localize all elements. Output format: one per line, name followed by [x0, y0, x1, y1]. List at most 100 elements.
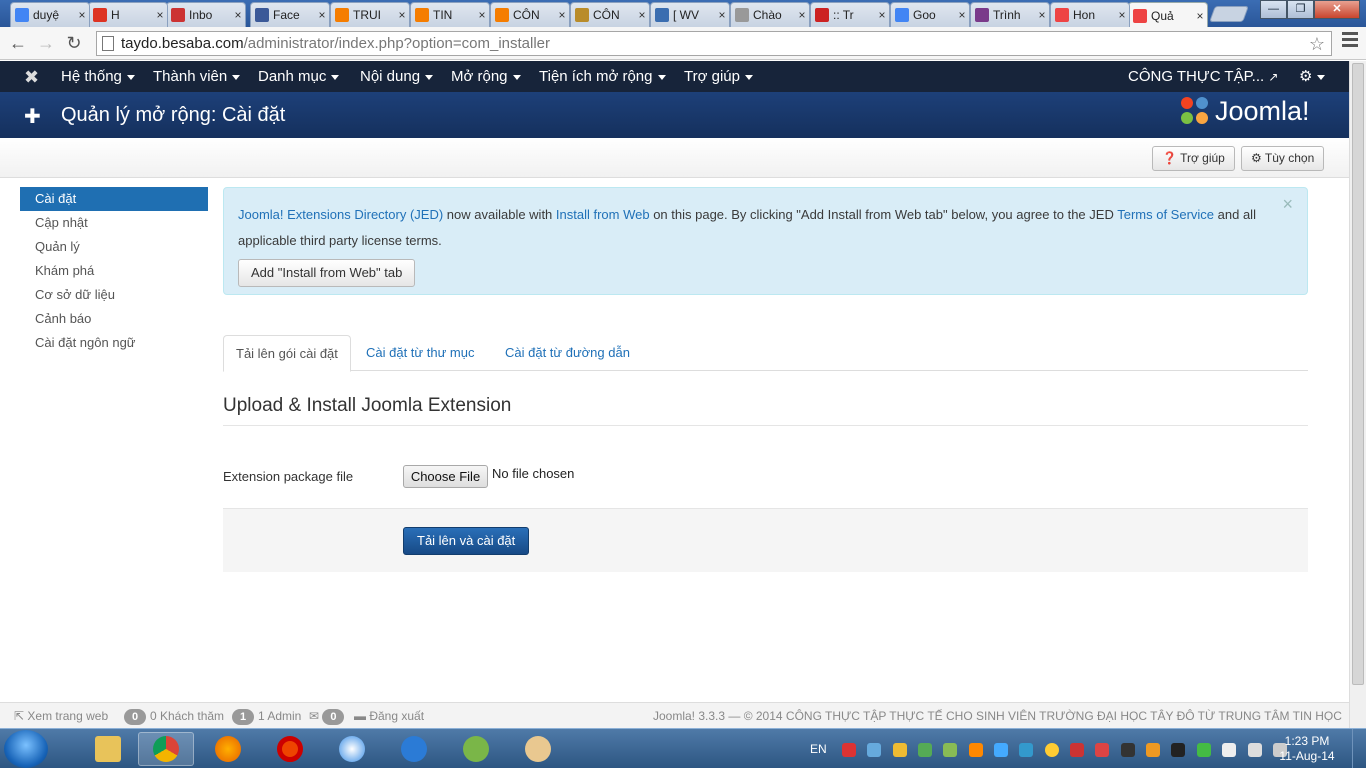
sidebar-item-manage[interactable]: Quản lý [20, 235, 208, 259]
address-bar[interactable]: taydo.besaba.com/administrator/index.php… [96, 31, 1332, 56]
emoji-icon[interactable] [1044, 742, 1059, 757]
close-tab-icon[interactable]: × [795, 8, 809, 22]
browser-tab[interactable]: Goo × [890, 2, 970, 27]
terms-of-service-link[interactable]: Terms of Service [1117, 207, 1214, 222]
close-tab-icon[interactable]: × [1035, 8, 1049, 22]
scrollbar-thumb[interactable] [1352, 63, 1364, 685]
firefox-taskbar-icon[interactable] [200, 732, 256, 766]
browser-tab[interactable]: [ WV × [650, 2, 730, 27]
browser-tab[interactable]: Quả × [1128, 2, 1208, 28]
page-scrollbar[interactable] [1349, 61, 1366, 728]
volume-icon[interactable] [1247, 742, 1262, 757]
sidebar-item-discover[interactable]: Khám phá [20, 259, 208, 283]
tab-upload-package[interactable]: Tải lên gói cài đặt [223, 335, 351, 372]
close-tab-icon[interactable]: × [315, 8, 329, 22]
coccoc-taskbar-icon[interactable] [448, 732, 504, 766]
close-tab-icon[interactable]: × [475, 8, 489, 22]
menu-tien-ich-mo-rong[interactable]: Tiện ích mở rộng [539, 61, 666, 92]
cloud-icon[interactable] [867, 742, 882, 757]
app-tray-icon[interactable] [892, 742, 907, 757]
browser-tab[interactable]: CÔN × [490, 2, 570, 27]
tab-install-from-directory[interactable]: Cài đặt từ thư mục [354, 335, 486, 371]
browser-tab[interactable]: Hon × [1050, 2, 1130, 27]
app-tray-icon[interactable] [968, 742, 983, 757]
app-tray-icon[interactable] [943, 742, 958, 757]
menu-thanh-vien[interactable]: Thành viên [153, 61, 241, 92]
close-tab-icon[interactable]: × [635, 8, 649, 22]
close-window-button[interactable]: ✕ [1314, 0, 1360, 19]
close-tab-icon[interactable]: × [395, 8, 409, 22]
clock[interactable]: 1:23 PM 11-Aug-14 [1272, 734, 1342, 764]
menu-he-thong[interactable]: Hệ thống [61, 61, 135, 92]
close-icon[interactable]: × [1282, 194, 1293, 215]
close-tab-icon[interactable]: × [75, 8, 89, 22]
reload-icon[interactable]: ↻ [62, 31, 86, 55]
browser-tab[interactable]: Face × [250, 2, 330, 27]
close-tab-icon[interactable]: × [1193, 9, 1207, 23]
new-tab-button[interactable] [1209, 6, 1249, 22]
app-tray-icon[interactable] [1196, 742, 1211, 757]
app-tray-icon[interactable] [1070, 742, 1085, 757]
opera-taskbar-icon[interactable] [262, 732, 318, 766]
close-tab-icon[interactable]: × [555, 8, 569, 22]
browser-tab[interactable]: TRUI × [330, 2, 410, 27]
bookmark-star-icon[interactable]: ☆ [1309, 33, 1325, 56]
windows-start-button[interactable] [4, 730, 48, 768]
browser-tab[interactable]: Chào × [730, 2, 810, 27]
menu-tro-giup[interactable]: Trợ giúp [684, 61, 753, 92]
browser-tab[interactable]: TIN × [410, 2, 490, 27]
maximize-button[interactable]: ❐ [1287, 0, 1314, 19]
chrome-menu-icon[interactable] [1342, 32, 1358, 50]
app-tray-icon[interactable] [918, 742, 933, 757]
paint-taskbar-icon[interactable] [510, 732, 566, 766]
skype-icon[interactable] [1019, 742, 1034, 757]
gear-icon[interactable]: ⚙ [1299, 61, 1326, 92]
options-button[interactable]: ⚙ Tùy chọn [1241, 146, 1325, 171]
upload-install-button[interactable]: Tải lên và cài đặt [403, 527, 530, 555]
sidebar-item-update[interactable]: Cập nhật [20, 211, 208, 235]
joomla-admin-icon[interactable]: ✖ [24, 67, 39, 88]
bluetooth-icon[interactable] [994, 742, 1009, 757]
sidebar-item-install-languages[interactable]: Cài đặt ngôn ngữ [20, 331, 208, 355]
app-tray-icon[interactable] [1171, 742, 1186, 757]
vector-icon[interactable] [1095, 742, 1110, 757]
sidebar-item-install[interactable]: Cài đặt [20, 187, 208, 211]
add-install-from-web-button[interactable]: Add "Install from Web" tab [238, 259, 416, 287]
browser-tab[interactable]: :: Tr × [810, 2, 890, 27]
close-tab-icon[interactable]: × [955, 8, 969, 22]
sidebar-item-database[interactable]: Cơ sở dữ liệu [20, 283, 208, 307]
browser-tab[interactable]: duyệ × [10, 2, 90, 27]
tab-install-from-url[interactable]: Cài đặt từ đường dẫn [493, 335, 642, 371]
device-icon[interactable] [1222, 742, 1237, 757]
messages-status[interactable]: ✉ 0 [309, 709, 348, 725]
sidebar-item-warnings[interactable]: Cảnh báo [20, 307, 208, 331]
menu-danh-muc[interactable]: Danh mục [258, 61, 340, 92]
antivirus-icon[interactable] [842, 742, 856, 757]
menu-mo-rong[interactable]: Mở rộng [451, 61, 521, 92]
language-indicator[interactable]: EN [810, 729, 827, 768]
choose-file-button[interactable]: Choose File [403, 465, 488, 488]
browser-tab[interactable]: H × [88, 2, 168, 27]
back-arrow-icon[interactable]: ← [6, 31, 30, 55]
jed-link[interactable]: Joomla! Extensions Directory (JED) [238, 207, 443, 222]
browser-tab[interactable]: Trình × [970, 2, 1050, 27]
view-site-link[interactable]: ⇱ Xem trang web [14, 709, 108, 723]
forward-arrow-icon[interactable]: → [34, 31, 58, 55]
safari-taskbar-icon[interactable] [324, 732, 380, 766]
menu-noi-dung[interactable]: Nội dung [360, 61, 434, 92]
chrome-taskbar-icon[interactable] [138, 732, 194, 766]
close-tab-icon[interactable]: × [1115, 8, 1129, 22]
browser-tab[interactable]: CÔN × [570, 2, 650, 27]
ie-taskbar-icon[interactable] [386, 732, 442, 766]
close-tab-icon[interactable]: × [715, 8, 729, 22]
close-tab-icon[interactable]: × [153, 8, 167, 22]
logout-link[interactable]: ▬ Đăng xuất [354, 709, 424, 723]
app-tray-icon[interactable] [1146, 742, 1161, 757]
close-tab-icon[interactable]: × [875, 8, 889, 22]
minimize-button[interactable]: — [1260, 0, 1287, 19]
close-tab-icon[interactable]: × [231, 8, 245, 22]
app-tray-icon[interactable] [1120, 742, 1135, 757]
site-link[interactable]: CÔNG THỰC TẬP... ↗ [1128, 61, 1278, 92]
browser-tab[interactable]: Inbo × [166, 2, 246, 27]
install-from-web-link[interactable]: Install from Web [556, 207, 650, 222]
